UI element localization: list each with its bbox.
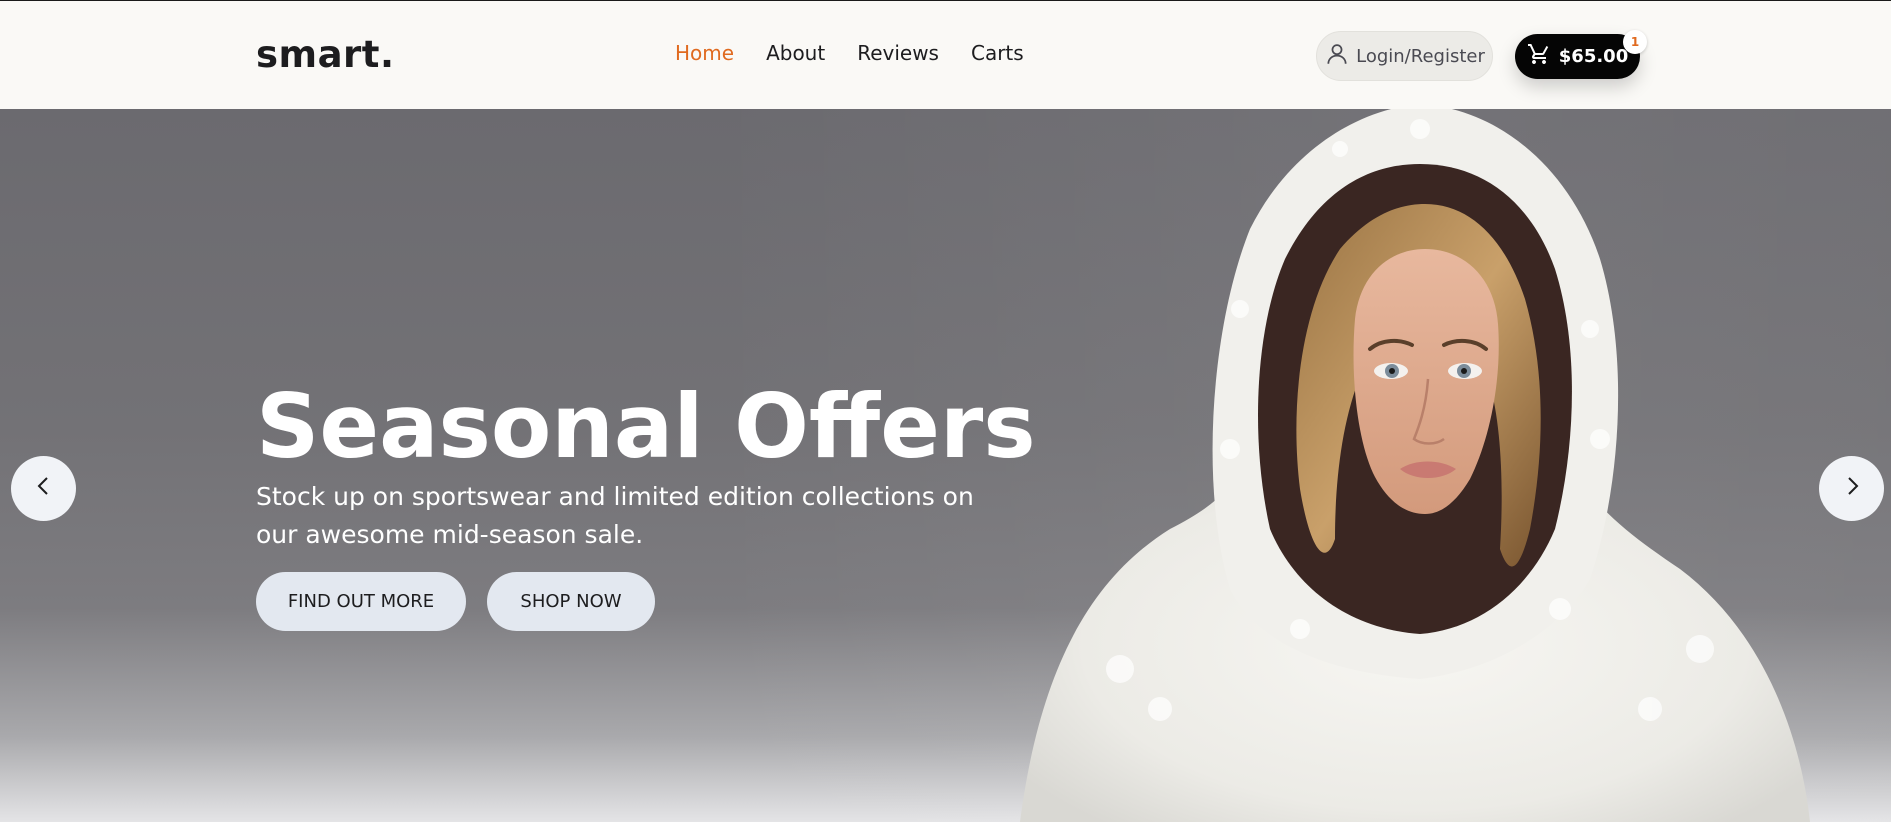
site-logo[interactable]: smart. — [256, 33, 395, 76]
hero-slider: Seasonal Offers Stock up on sportswear a… — [0, 109, 1891, 822]
user-icon — [1324, 41, 1350, 72]
nav-reviews[interactable]: Reviews — [857, 41, 939, 65]
chevron-left-icon — [32, 474, 56, 503]
cart-icon — [1527, 42, 1551, 71]
nav-home[interactable]: Home — [675, 41, 734, 65]
login-register-label: Login/Register — [1356, 45, 1485, 67]
main-nav: Home About Reviews Carts — [675, 41, 1024, 65]
hero-title: Seasonal Offers — [256, 374, 1036, 478]
chevron-right-icon — [1840, 474, 1864, 503]
nav-about[interactable]: About — [766, 41, 825, 65]
hero-model-image — [1020, 109, 1810, 822]
cart-count-badge: 1 — [1623, 30, 1647, 54]
nav-carts[interactable]: Carts — [971, 41, 1024, 65]
site-header: smart. Home About Reviews Carts Login/Re… — [0, 1, 1891, 109]
login-register-button[interactable]: Login/Register — [1316, 31, 1493, 81]
shop-now-button[interactable]: SHOP NOW — [487, 572, 655, 631]
cart-total: $65.00 — [1558, 46, 1629, 67]
slider-prev-button[interactable] — [11, 456, 76, 521]
cart-button[interactable]: $65.00 — [1515, 34, 1640, 79]
slider-next-button[interactable] — [1819, 456, 1884, 521]
find-out-more-button[interactable]: FIND OUT MORE — [256, 572, 466, 631]
hero-subtitle: Stock up on sportswear and limited editi… — [256, 482, 974, 549]
